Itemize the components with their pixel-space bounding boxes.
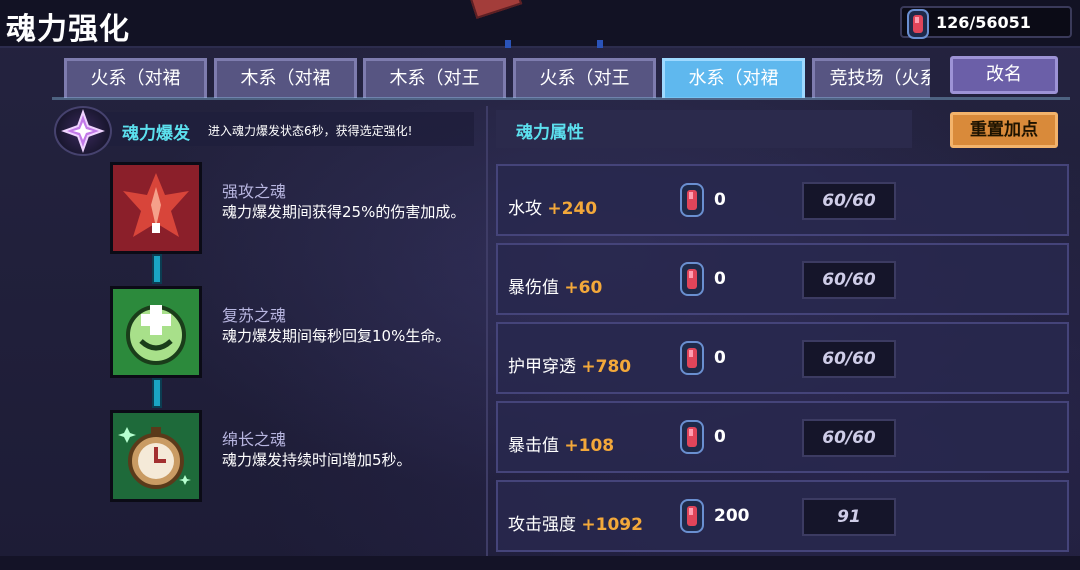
attribute-row[interactable]: 暴伤值 +60 0 60/60	[496, 243, 1069, 315]
loadout-tabs: 火系（对裙 木系（对裙 木系（对王 火系（对王 水系（对裙 竞技场（火系	[64, 58, 930, 98]
soul-name: 绵长之魂	[222, 430, 287, 449]
top-decoration	[505, 40, 625, 50]
attribute-cost: 0	[714, 427, 726, 447]
attribute-name: 暴伤值	[508, 278, 559, 298]
soul-description: 魂力爆发持续时间增加5秒。	[222, 451, 412, 469]
soul-currency-display: 126/56051	[900, 6, 1072, 39]
attribute-label: 暴击值 +108	[508, 431, 614, 456]
attribute-level: 60/60	[802, 182, 896, 220]
decoration-shape	[469, 0, 523, 19]
star-burst-icon	[61, 109, 105, 153]
soul-burst-description: 进入魂力爆发状态6秒，获得选定强化!	[208, 124, 413, 138]
soul-gem-icon	[680, 341, 704, 375]
soul-burst-icon	[54, 106, 112, 156]
attribute-level: 60/60	[802, 419, 896, 457]
attribute-cost: 0	[714, 190, 726, 210]
attribute-cost: 0	[714, 269, 726, 289]
attribute-label: 暴伤值 +60	[508, 273, 602, 298]
soul-gem-icon	[907, 9, 929, 39]
attribute-name: 攻击强度	[508, 515, 576, 535]
attribute-bonus: +60	[564, 278, 603, 298]
attribute-cost: 0	[714, 348, 726, 368]
attack-soul-icon	[110, 162, 202, 254]
soul-link	[152, 378, 162, 408]
attribute-row[interactable]: 水攻 +240 0 60/60	[496, 164, 1069, 236]
soul-gem-icon	[680, 499, 704, 533]
attribute-row[interactable]: 暴击值 +108 0 60/60	[496, 401, 1069, 473]
soul-gem-icon	[680, 420, 704, 454]
attribute-bonus: +1092	[581, 515, 643, 535]
soul-option-revive[interactable]: 复苏之魂 魂力爆发期间每秒回复10%生命。	[110, 286, 480, 386]
attribute-level: 60/60	[802, 340, 896, 378]
soul-description: 魂力爆发期间每秒回复10%生命。	[222, 327, 451, 345]
soul-attributes-header: 魂力属性	[496, 110, 912, 148]
page-title: 魂力强化	[6, 12, 130, 47]
tab-loadout-5[interactable]: 水系（对裙	[662, 58, 805, 98]
revive-soul-icon	[110, 286, 202, 378]
rename-button[interactable]: 改名	[950, 56, 1058, 94]
tab-underline	[52, 97, 1070, 100]
attribute-name: 水攻	[508, 199, 542, 219]
panel-divider	[486, 106, 488, 556]
attribute-name: 暴击值	[508, 436, 559, 456]
reset-points-button[interactable]: 重置加点	[950, 112, 1058, 148]
attribute-row[interactable]: 护甲穿透 +780 0 60/60	[496, 322, 1069, 394]
attribute-label: 护甲穿透 +780	[508, 352, 631, 377]
attribute-level: 60/60	[802, 261, 896, 299]
soul-option-attack[interactable]: 强攻之魂 魂力爆发期间获得25%的伤害加成。	[110, 162, 480, 262]
attribute-bonus: +780	[581, 357, 632, 377]
soul-gem-icon	[680, 183, 704, 217]
soul-burst-header: 魂力爆发 进入魂力爆发状态6秒，获得选定强化!	[54, 106, 474, 156]
tab-loadout-6[interactable]: 竞技场（火系	[812, 58, 930, 98]
attribute-level: 91	[802, 498, 896, 536]
soul-description: 魂力爆发期间获得25%的伤害加成。	[222, 203, 466, 221]
bottom-strip	[0, 556, 1080, 570]
soul-currency-value: 126/56051	[936, 13, 1031, 32]
soul-name: 强攻之魂	[222, 182, 287, 201]
attribute-name: 护甲穿透	[508, 357, 576, 377]
attribute-label: 水攻 +240	[508, 194, 597, 219]
attribute-bonus: +240	[547, 199, 598, 219]
tab-loadout-4[interactable]: 火系（对王	[513, 58, 656, 98]
attribute-cost: 200	[714, 506, 750, 526]
attribute-row[interactable]: 攻击强度 +1092 200 91	[496, 480, 1069, 552]
soul-attributes-title: 魂力属性	[516, 123, 584, 143]
tab-loadout-1[interactable]: 火系（对裙	[64, 58, 207, 98]
attribute-label: 攻击强度 +1092	[508, 510, 643, 535]
soul-burst-title: 魂力爆发	[122, 124, 190, 144]
attribute-bonus: +108	[564, 436, 615, 456]
soul-link	[152, 254, 162, 284]
tab-loadout-2[interactable]: 木系（对裙	[214, 58, 357, 98]
soul-option-duration[interactable]: 绵长之魂 魂力爆发持续时间增加5秒。	[110, 410, 480, 510]
tab-loadout-3[interactable]: 木系（对王	[363, 58, 506, 98]
duration-soul-icon	[110, 410, 202, 502]
soul-gem-icon	[680, 262, 704, 296]
soul-name: 复苏之魂	[222, 306, 287, 325]
